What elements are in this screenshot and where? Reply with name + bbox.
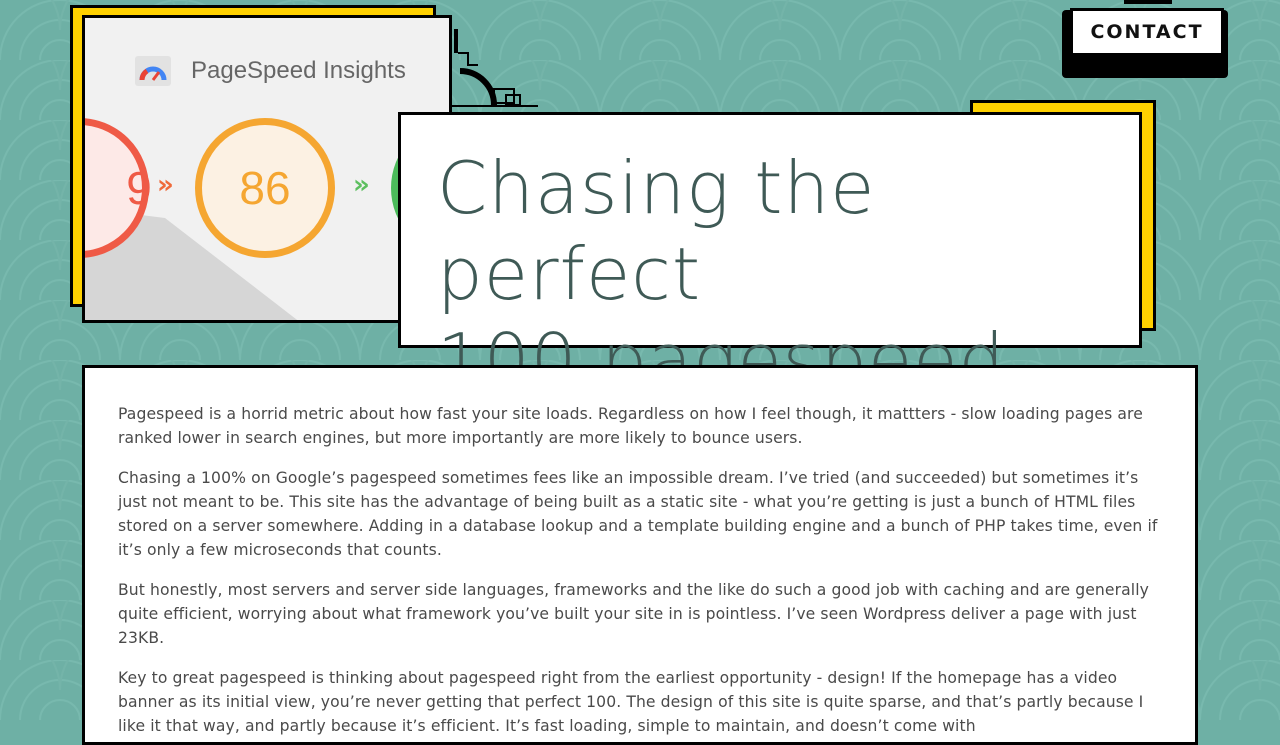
pagespeed-title: PageSpeed Insights — [191, 57, 406, 84]
decorative-line-art — [452, 29, 538, 107]
contact-button-hanger — [1124, 0, 1172, 4]
contact-button[interactable]: CONTACT — [1062, 0, 1230, 82]
contact-label[interactable]: CONTACT — [1090, 21, 1203, 43]
article-paragraph: Chasing a 100% on Google’s pagespeed som… — [118, 469, 1158, 559]
pagespeed-logo-icon — [135, 56, 171, 86]
score-current-value: 86 — [239, 162, 291, 214]
double-chevron-right-icon: » — [157, 170, 174, 200]
double-chevron-right-icon: » — [353, 170, 370, 200]
article-paragraph: Pagespeed is a horrid metric about how f… — [118, 405, 1143, 447]
page-title-line-1: Chasing the perfect — [437, 146, 876, 316]
pagespeed-header: PageSpeed Insights — [135, 56, 406, 86]
article-body: Pagespeed is a horrid metric about how f… — [82, 365, 1198, 745]
article-paragraph: But honestly, most servers and server si… — [118, 581, 1149, 647]
title-card: Chasing the perfect 100 pagespeed — [398, 112, 1142, 402]
featured-image: PageSpeed Insights 9 » 86 » — [82, 15, 452, 323]
article-paragraph: Key to great pagespeed is thinking about… — [118, 669, 1144, 735]
score-previous-value: 9 — [126, 162, 152, 214]
score-current: 86 — [195, 118, 335, 258]
contact-button-face[interactable]: CONTACT — [1070, 8, 1224, 56]
